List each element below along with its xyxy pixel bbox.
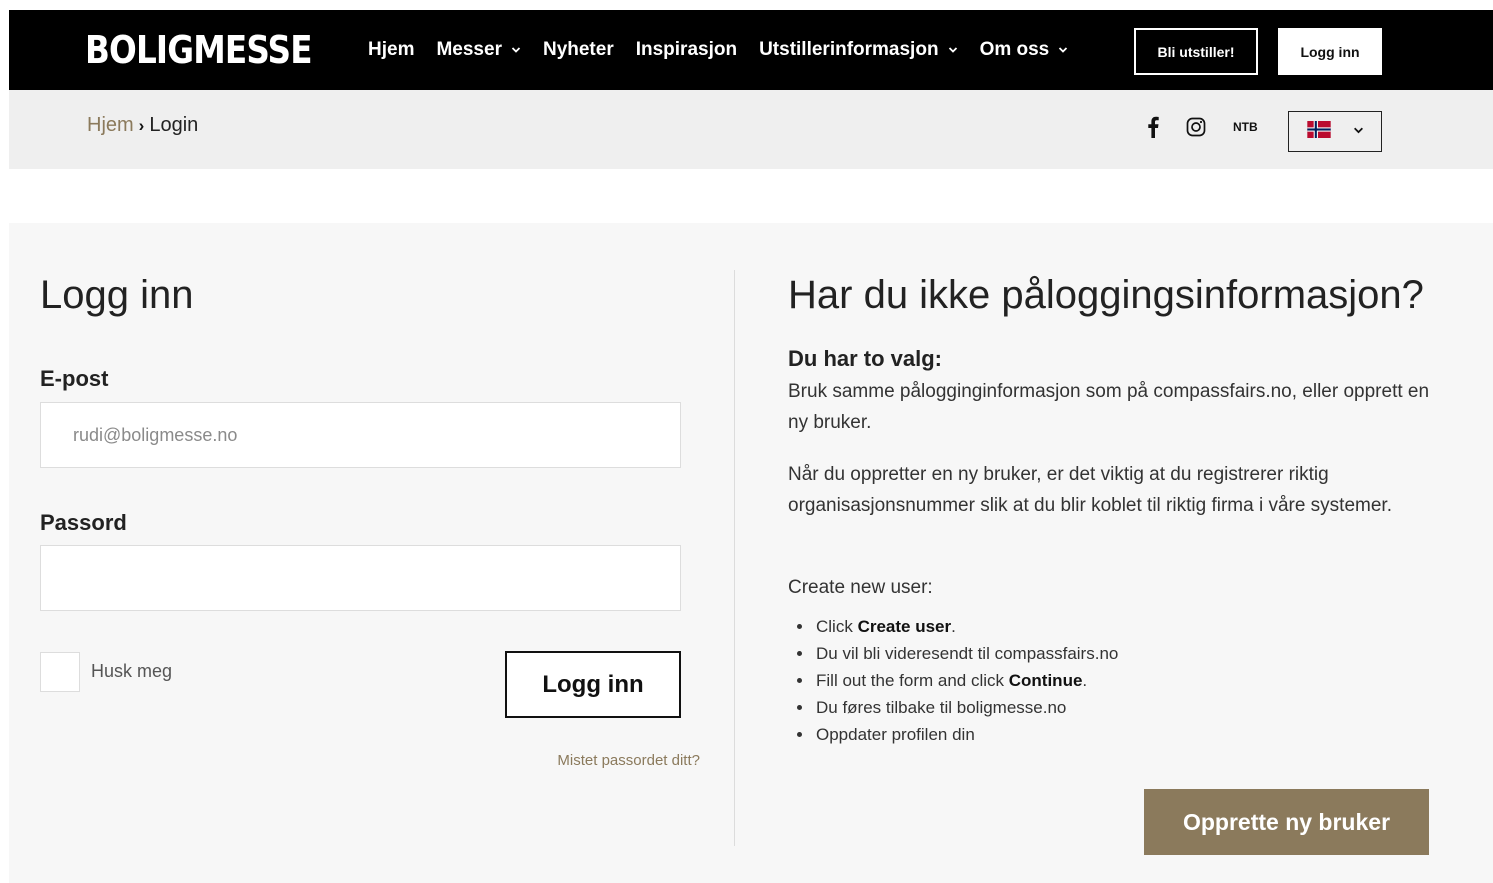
list-item: Oppdater profilen din (814, 721, 1118, 748)
nav-item-label: Nyheter (542, 39, 614, 60)
language-selector[interactable] (1288, 111, 1382, 152)
register-paragraph-1: Bruk samme pålogginginformasjon som på c… (788, 381, 1430, 433)
nav-item-utstillerinformasjon[interactable]: Utstillerinformasjon (759, 39, 957, 61)
breadcrumb-separator-icon: › (138, 115, 145, 135)
nav-item-hjem[interactable]: Hjem (368, 39, 414, 61)
facebook-icon[interactable] (1147, 116, 1159, 138)
social-links: NTB (1147, 116, 1285, 138)
create-user-button[interactable]: Opprette ny bruker (1144, 789, 1429, 855)
register-title: Har du ikke påloggingsinformasjon? (788, 273, 1424, 317)
list-item: Du føres tilbake til boligmesse.no (814, 694, 1118, 721)
header-login-button[interactable]: Logg inn (1278, 28, 1382, 75)
breadcrumb: Hjem › Login (87, 114, 198, 137)
chevron-down-icon (1058, 45, 1068, 55)
instagram-icon[interactable] (1186, 117, 1206, 137)
ntb-link[interactable]: NTB (1233, 120, 1258, 134)
nav-item-messer[interactable]: Messer (436, 39, 521, 61)
nav-item-label: Inspirasjon (635, 39, 738, 60)
breadcrumb-current: Login (149, 114, 199, 136)
norway-flag-icon (1307, 120, 1331, 143)
nav-item-om-oss[interactable]: Om oss (980, 39, 1069, 61)
nav-item-label: Messer (436, 39, 502, 60)
chevron-down-icon (1353, 123, 1364, 141)
register-subtitle: Du har to valg: (788, 346, 943, 371)
login-title: Logg inn (40, 273, 194, 317)
main-content: Logg inn E-post Passord Husk meg Logg in… (9, 223, 1493, 883)
email-field[interactable] (40, 402, 681, 468)
nav-item-label: Hjem (368, 39, 415, 60)
forgot-password-link[interactable]: Mistet passordet ditt? (557, 752, 700, 769)
list-item: Fill out the form and click Continue. (814, 667, 1118, 694)
register-paragraph-2: Når du oppretter en ny bruker, er det vi… (788, 464, 1392, 516)
password-label: Passord (40, 510, 127, 535)
password-field[interactable] (40, 545, 681, 611)
become-exhibitor-button[interactable]: Bli utstiller! (1134, 28, 1258, 75)
email-label: E-post (40, 366, 109, 391)
remember-me-label[interactable]: Husk meg (91, 661, 172, 682)
chevron-down-icon (511, 45, 521, 55)
remember-me-checkbox[interactable] (40, 652, 80, 692)
register-paragraph-3: Create new user: (788, 577, 933, 598)
chevron-down-icon (948, 45, 958, 55)
nav-item-label: Om oss (979, 39, 1050, 60)
nav-item-nyheter[interactable]: Nyheter (543, 39, 614, 61)
page: BOLIGMESSE Hjem Messer Nyheter Inspirasj… (9, 10, 1493, 883)
site-logo[interactable]: BOLIGMESSE (85, 27, 313, 73)
register-steps-list: Click Create user. Du vil bli videresend… (814, 613, 1118, 748)
list-item: Click Create user. (814, 613, 1118, 640)
breadcrumb-bar: Hjem › Login NTB (9, 90, 1493, 169)
breadcrumb-home-link[interactable]: Hjem (87, 114, 134, 137)
nav-item-inspirasjon[interactable]: Inspirasjon (636, 39, 737, 61)
column-divider (734, 270, 735, 846)
nav-item-label: Utstillerinformasjon (759, 39, 939, 60)
main-nav: Hjem Messer Nyheter Inspirasjon Utstille… (368, 10, 1090, 90)
top-navigation-bar: BOLIGMESSE Hjem Messer Nyheter Inspirasj… (9, 10, 1493, 90)
list-item: Du vil bli videresendt til compassfairs.… (814, 640, 1118, 667)
login-submit-button[interactable]: Logg inn (505, 651, 681, 718)
